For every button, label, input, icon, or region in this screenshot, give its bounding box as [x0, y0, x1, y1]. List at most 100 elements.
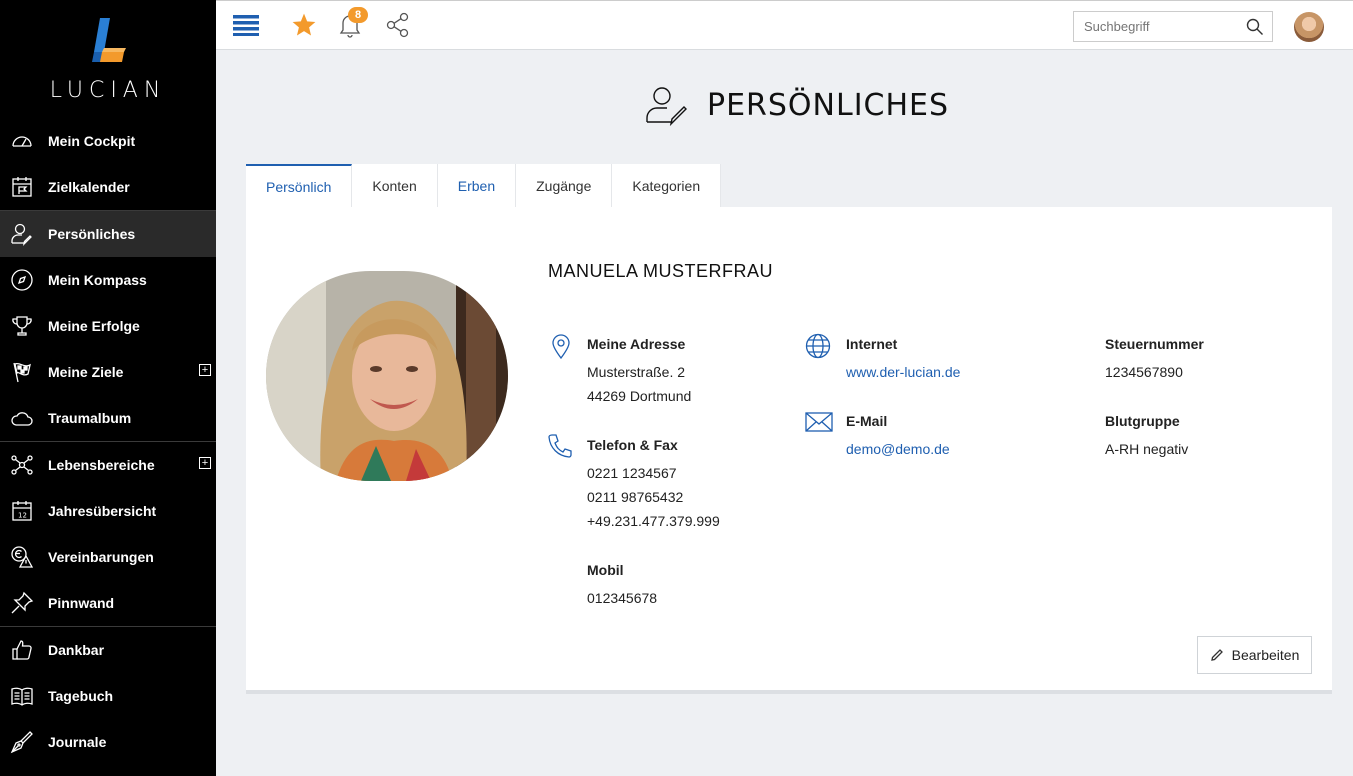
brand-name: LUCIAN — [49, 78, 167, 103]
sidebar-item-dankbar[interactable]: Dankbar — [0, 627, 216, 673]
calendar-12-icon: 12 — [10, 499, 34, 523]
profile-photo — [266, 271, 508, 481]
phone-line-3: +49.231.477.379.999 — [587, 513, 720, 529]
tax-block: Steuernummer 1234567890 — [1105, 336, 1204, 384]
sidebar-item-persönliches[interactable]: Persönliches — [0, 211, 216, 257]
notifications-badge: 8 — [348, 7, 368, 23]
pencil-icon — [1210, 649, 1223, 661]
address-line-2: 44269 Dortmund — [587, 388, 692, 404]
sidebar-item-vereinbarungen[interactable]: Vereinbarungen — [0, 534, 216, 580]
sidebar-group: Mein Cockpit Zielkalender — [0, 118, 216, 210]
trophy-icon — [10, 314, 34, 338]
lucian-logo-icon — [92, 18, 126, 62]
sidebar-item-jahresübersicht[interactable]: 12 Jahresübersicht — [0, 488, 216, 534]
page-title-text: PERSÖNLICHES — [707, 87, 950, 123]
tab-konten[interactable]: Konten — [352, 164, 438, 207]
profile-tabs: Persönlich Konten Erben Zugänge Kategorien — [246, 164, 722, 207]
sidebar-item-label: Meine Erfolge — [48, 318, 140, 334]
sidebar-item-label: Meine Ziele — [48, 364, 124, 380]
person-name: MANUELA MUSTERFRAU — [548, 261, 774, 281]
sidebar-item-label: Vereinbarungen — [48, 549, 154, 565]
favorites-star-icon[interactable] — [290, 11, 318, 39]
tax-number: 1234567890 — [1105, 364, 1183, 380]
address-block: Meine Adresse Musterstraße. 2 44269 Dort… — [587, 336, 691, 408]
checkered-flag-icon — [10, 360, 34, 384]
compass-icon — [10, 268, 34, 292]
envelope-icon — [805, 412, 833, 437]
internet-block: Internet www.der-lucian.de — [846, 336, 960, 384]
sidebar-item-meine-erfolge[interactable]: Meine Erfolge — [0, 303, 216, 349]
email-title: E-Mail — [846, 413, 888, 429]
sidebar-item-label: Pinnwand — [48, 595, 115, 611]
svg-text:12: 12 — [18, 512, 27, 520]
user-edit-icon — [10, 222, 34, 246]
calendar-flag-icon — [10, 175, 34, 199]
sidebar-item-label: Lebensbereiche — [48, 457, 155, 473]
user-avatar[interactable] — [1294, 12, 1324, 42]
address-line-1: Musterstraße. 2 — [587, 364, 686, 380]
phone-block: Telefon & Fax 0221 1234567 0211 98765432… — [587, 437, 720, 533]
sidebar-item-label: Dankbar — [48, 642, 105, 658]
sidebar-item-label: Mein Kompass — [48, 272, 147, 288]
sidebar-item-label: Jahresübersicht — [48, 503, 157, 519]
sidebar-item-traumalbum[interactable]: Traumalbum — [0, 395, 216, 441]
app-logo[interactable]: LUCIAN — [0, 0, 216, 118]
sidebar-item-mein-kompass[interactable]: Mein Kompass — [0, 257, 216, 303]
tab-zugänge[interactable]: Zugänge — [516, 164, 613, 207]
profile-card: MANUELA MUSTERFRAU Meine Adresse Musters… — [246, 207, 1332, 694]
sidebar-item-label: Persönliches — [48, 226, 136, 242]
expand-plus-icon[interactable]: + — [199, 364, 211, 376]
menu-icon[interactable] — [232, 11, 260, 39]
blood-block: Blutgruppe A-RH negativ — [1105, 413, 1188, 461]
sidebar-group: Dankbar Tagebuch Journale — [0, 626, 216, 765]
sidebar-item-label: Tagebuch — [48, 688, 114, 704]
euro-warning-icon — [10, 545, 34, 569]
email-block: E-Mail demo@demo.de — [846, 413, 950, 461]
sidebar-item-pinnwand[interactable]: Pinnwand — [0, 580, 216, 626]
mobile-block: Mobil 012345678 — [587, 562, 657, 610]
search-icon[interactable] — [1246, 18, 1264, 41]
tab-kategorien[interactable]: Kategorien — [612, 164, 722, 207]
sidebar-item-label: Mein Cockpit — [48, 133, 136, 149]
sidebar-item-lebensbereiche[interactable]: Lebensbereiche + — [0, 442, 216, 488]
pin-icon — [10, 591, 34, 615]
search-input[interactable] — [1074, 12, 1234, 41]
notifications-bell-icon[interactable]: 8 — [336, 7, 368, 39]
globe-icon — [805, 333, 831, 364]
page-title: PERSÖNLICHES — [645, 84, 949, 126]
mobile-title: Mobil — [587, 562, 624, 578]
network-icon — [10, 453, 34, 477]
email-link[interactable]: demo@demo.de — [846, 437, 950, 461]
phone-line-2: 0211 98765432 — [587, 489, 684, 505]
search-box — [1073, 11, 1273, 42]
sidebar-nav: Mein Cockpit Zielkalender Persönliches Mein… — [0, 118, 216, 765]
edit-button-label: Bearbeiten — [1231, 647, 1300, 663]
tab-persönlich[interactable]: Persönlich — [246, 164, 353, 207]
sidebar-item-meine-ziele[interactable]: Meine Ziele + — [0, 349, 216, 395]
tab-erben[interactable]: Erben — [437, 164, 517, 207]
sidebar-item-label: Traumalbum — [48, 410, 132, 426]
blood-type: A-RH negativ — [1105, 441, 1189, 457]
user-edit-icon — [646, 87, 687, 126]
location-pin-icon — [551, 334, 571, 365]
topbar: 8 — [216, 0, 1353, 50]
address-title: Meine Adresse — [587, 336, 686, 352]
sidebar-item-zielkalender[interactable]: Zielkalender — [0, 164, 216, 210]
thumbs-up-icon — [10, 638, 34, 662]
sidebar-item-label: Zielkalender — [48, 179, 130, 195]
edit-button[interactable]: Bearbeiten — [1197, 636, 1312, 674]
phone-icon — [547, 433, 573, 464]
sidebar-item-journale[interactable]: Journale — [0, 719, 216, 765]
sidebar-item-label: Journale — [48, 734, 107, 750]
share-icon[interactable] — [384, 11, 412, 39]
sidebar-item-tagebuch[interactable]: Tagebuch — [0, 673, 216, 719]
open-book-icon — [10, 684, 34, 708]
mobile-number: 012345678 — [587, 590, 658, 606]
blood-title: Blutgruppe — [1105, 413, 1180, 429]
tax-title: Steuernummer — [1105, 336, 1204, 352]
expand-plus-icon[interactable]: + — [199, 457, 211, 469]
website-link[interactable]: www.der-lucian.de — [846, 360, 960, 384]
cloud-icon — [10, 406, 34, 430]
fountain-pen-icon — [10, 730, 34, 754]
sidebar-item-mein-cockpit[interactable]: Mein Cockpit — [0, 118, 216, 164]
